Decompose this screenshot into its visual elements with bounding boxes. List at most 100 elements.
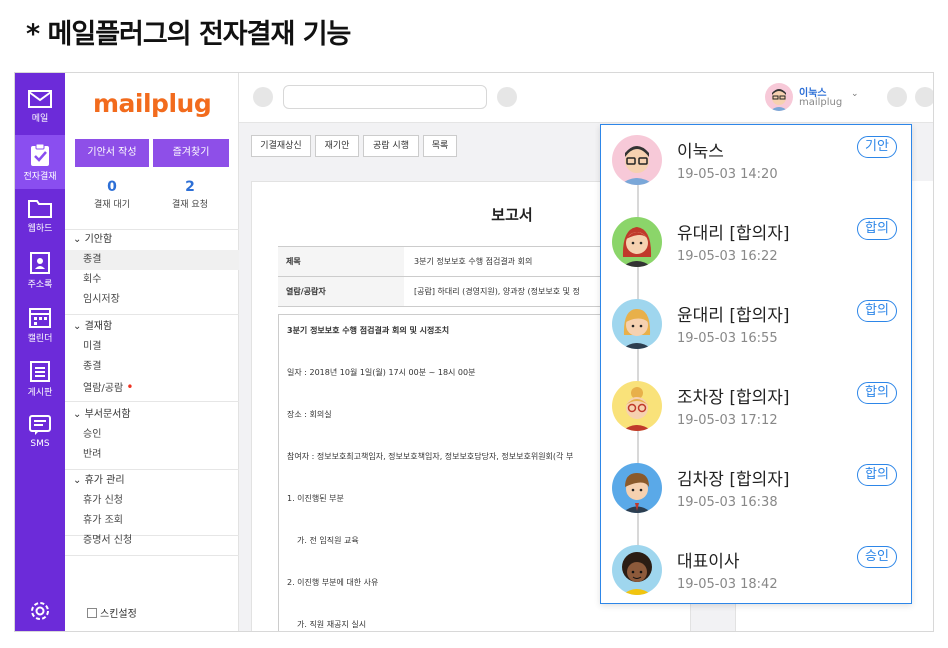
menu-group-title[interactable]: ⌄ 휴가 관리 xyxy=(65,471,239,491)
rail-label: 캘린더 xyxy=(27,334,53,344)
approval-time: 19-05-03 16:22 xyxy=(677,249,778,264)
body-line: 일자 : 2018년 10월 1일(월) 17시 00분 ~ 18시 00분 xyxy=(287,368,476,377)
menu-group-title[interactable]: ⌄ 부서문서함 xyxy=(65,405,239,425)
redraft-button[interactable]: 재기안 xyxy=(315,135,359,157)
status-badge: 기안 xyxy=(857,136,897,158)
gear-icon[interactable] xyxy=(27,598,53,624)
mail-icon xyxy=(28,90,52,108)
approval-entry[interactable]: 김차장 [합의자] 19-05-03 16:38 합의 xyxy=(601,453,911,533)
rail-item-calendar[interactable]: 캘린더 xyxy=(15,297,65,351)
menu-item-vacation-request[interactable]: 휴가 신청 xyxy=(65,491,239,511)
viewers-value: [공람] 하대리 (경영지원), 양과장 (정보보호 및 정 xyxy=(414,287,580,296)
new-dot-icon: • xyxy=(126,380,134,394)
skin-settings[interactable]: 스킨설정 xyxy=(87,605,137,620)
rail-item-mail[interactable]: 메일 xyxy=(15,81,65,135)
menu-item-approvals-closed[interactable]: 종결 xyxy=(65,357,239,377)
menu-item-certificate[interactable]: 증명서 신청 xyxy=(65,531,239,551)
approver-name: 대표이사 xyxy=(677,552,740,572)
approval-time: 19-05-03 14:20 xyxy=(677,167,778,182)
body-line: 3분기 정보보호 수행 점검결과 회의 및 시정조치 xyxy=(287,326,450,335)
approval-entry[interactable]: 이눅스 19-05-03 14:20 기안 xyxy=(601,125,911,205)
rail-item-board[interactable]: 게시판 xyxy=(15,351,65,405)
approver-name: 조차장 [합의자] xyxy=(677,388,790,408)
menu-item-approved[interactable]: 승인 xyxy=(65,425,239,445)
body-line: 장소 : 회의실 xyxy=(287,410,332,419)
nav-circle-icon[interactable] xyxy=(915,87,933,107)
subject-label: 제목 xyxy=(278,247,404,276)
status-badge: 합의 xyxy=(857,218,897,240)
menu-group-title[interactable]: ⌄ 결재함 xyxy=(65,317,239,337)
body-line: 1. 이진행된 부분 xyxy=(287,494,344,503)
rail-label: 메일 xyxy=(31,114,49,124)
nav-circle-icon[interactable] xyxy=(887,87,907,107)
menu-group-approvals: ⌄ 결재함 미결 종결 열람/공람 • xyxy=(65,317,239,402)
requested-count: 2 xyxy=(185,179,195,195)
woman-curly-hair-avatar-icon xyxy=(612,545,662,595)
nav-circle-icon[interactable] xyxy=(497,87,517,107)
rail-label: 게시판 xyxy=(27,388,53,398)
menu-group-vacation: ⌄ 휴가 관리 휴가 신청 휴가 조회 xyxy=(65,471,239,536)
rail-label: 전자결재 xyxy=(23,172,57,182)
menu-group-certificate: 증명서 신청 xyxy=(65,531,239,556)
user-org: mailplug xyxy=(799,97,843,108)
resubmit-button[interactable]: 기결재상신 xyxy=(251,135,311,157)
left-nav-rail: 메일 전자결재 웹하드 주소록 캘린더 게시판 SMS xyxy=(15,73,65,631)
menu-item-rejected[interactable]: 반려 xyxy=(65,445,239,465)
approval-line-popup: 이눅스 19-05-03 14:20 기안 유대리 [합의자] 19-05-03… xyxy=(600,124,912,604)
rail-item-sms[interactable]: SMS xyxy=(15,405,65,459)
board-icon xyxy=(30,361,50,382)
checkbox-icon[interactable] xyxy=(87,608,97,618)
requested-label: 결재 요청 xyxy=(172,200,208,210)
favorites-button[interactable]: 즐겨찾기 xyxy=(153,139,229,167)
approval-time: 19-05-03 17:12 xyxy=(677,413,778,428)
menu-item-vacation-lookup[interactable]: 휴가 조회 xyxy=(65,511,239,531)
write-draft-button[interactable]: 기안서 작성 xyxy=(75,139,149,167)
body-line: 2. 이진행 부분에 대한 사유 xyxy=(287,578,379,587)
circulate-button[interactable]: 공람 시행 xyxy=(363,135,419,157)
menu-group-drafts: ⌄ 기안함 종결 회수 임시저장 xyxy=(65,229,239,315)
page-heading: * 메일플러그의 전자결재 기능 xyxy=(26,19,351,50)
list-button[interactable]: 목록 xyxy=(423,135,457,157)
menu-item-circulation[interactable]: 열람/공람 • xyxy=(65,377,239,397)
approval-entry[interactable]: 대표이사 19-05-03 18:42 승인 xyxy=(601,535,911,603)
user-menu[interactable]: 이눅스 mailplug ⌄ xyxy=(765,83,865,113)
search-input[interactable] xyxy=(283,85,487,109)
approval-entry[interactable]: 조차장 [합의자] 19-05-03 17:12 합의 xyxy=(601,371,911,451)
status-badge: 승인 xyxy=(857,546,897,568)
mailplug-logo[interactable]: mailplug xyxy=(93,89,212,118)
body-line: 참여자 : 정보보호최고책임자, 정보보호책임자, 정보보호담당자, 정보보호위… xyxy=(287,452,574,461)
man-glasses-avatar-icon xyxy=(612,135,662,185)
requested-counter[interactable]: 2 결재 요청 xyxy=(153,179,227,210)
approval-entry[interactable]: 유대리 [합의자] 19-05-03 16:22 합의 xyxy=(601,207,911,287)
rail-label: 웹하드 xyxy=(27,224,53,234)
status-badge: 합의 xyxy=(857,300,897,322)
menu-group-department: ⌄ 부서문서함 승인 반려 xyxy=(65,405,239,470)
status-badge: 합의 xyxy=(857,382,897,404)
woman-blonde-avatar-icon xyxy=(612,299,662,349)
menu-item-drafts-closed[interactable]: 종결 xyxy=(65,250,239,270)
contact-book-icon xyxy=(30,252,50,274)
rail-item-webhard[interactable]: 웹하드 xyxy=(15,189,65,243)
subject-value: 3분기 정보보호 수행 점검결과 회의 xyxy=(414,257,533,266)
body-line: 가. 전 임직원 교육 xyxy=(297,536,359,545)
top-header: 이눅스 mailplug ⌄ xyxy=(239,73,933,123)
approval-clipboard-icon xyxy=(31,143,49,166)
rail-item-approval[interactable]: 전자결재 xyxy=(15,135,65,189)
menu-group-title[interactable]: ⌄ 기안함 xyxy=(65,230,239,250)
waiting-count: 0 xyxy=(107,179,117,195)
menu-item-drafts-withdrawn[interactable]: 회수 xyxy=(65,270,239,290)
waiting-label: 결재 대기 xyxy=(94,200,130,210)
menu-item-drafts-temp[interactable]: 임시저장 xyxy=(65,290,239,310)
approval-entry[interactable]: 윤대리 [합의자] 19-05-03 16:55 합의 xyxy=(601,289,911,369)
approver-name: 김차장 [합의자] xyxy=(677,470,790,490)
status-badge: 합의 xyxy=(857,464,897,486)
approval-menu-panel: mailplug 기안서 작성 즐겨찾기 0 결재 대기 2 결재 요청 ⌄ 기… xyxy=(65,73,239,631)
menu-item-pending[interactable]: 미결 xyxy=(65,337,239,357)
waiting-counter[interactable]: 0 결재 대기 xyxy=(75,179,149,210)
folder-icon xyxy=(28,200,52,218)
body-line: 가. 직원 재공지 실시 xyxy=(297,620,367,629)
approval-time: 19-05-03 16:38 xyxy=(677,495,778,510)
nav-circle-icon[interactable] xyxy=(253,87,273,107)
rail-item-contacts[interactable]: 주소록 xyxy=(15,243,65,297)
chevron-down-icon[interactable]: ⌄ xyxy=(851,89,859,99)
